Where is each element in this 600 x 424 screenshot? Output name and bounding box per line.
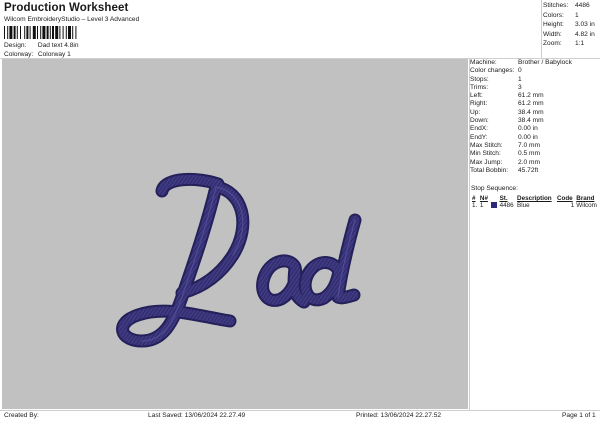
summary-row: Width: 4.82 in (543, 30, 599, 40)
col-stitches: St. (499, 195, 508, 202)
worksheet-title: Production Worksheet (4, 2, 129, 14)
summary-panel: Stitches: 4486 Colors: 1 Height: 3.03 in Wi… (543, 1, 599, 49)
summary-label: Width: (543, 30, 562, 38)
row-description: Blue (517, 202, 530, 209)
info-label: Left: (470, 92, 483, 100)
stop-sequence-table: # N# St. Description Code Brand 1. 1 448… (471, 195, 600, 209)
info-row: Up: 38.4 mm (470, 109, 600, 117)
design-row: Design: Dad text 4.8in (4, 42, 79, 49)
top-right-divider (541, 0, 542, 58)
swatch-cell (490, 202, 499, 209)
info-label: Down: (470, 117, 489, 125)
col-code: Code (556, 195, 573, 202)
last-saved: Last Saved: 13/06/2024 22.27.49 (148, 412, 246, 419)
summary-row: Zoom: 1:1 (543, 39, 599, 49)
summary-label: Height: (543, 21, 564, 28)
stop-sequence-header: # N# St. Description Code Brand (471, 195, 600, 202)
info-row: EndY: 0.00 in (470, 134, 600, 142)
info-label: Color changes: (470, 67, 515, 75)
summary-row: Height: 3.03 in (543, 20, 599, 30)
col-swatch (490, 195, 499, 202)
summary-label: Colors: (543, 11, 564, 19)
row-needle: 1 (479, 202, 484, 209)
summary-value: 1 (575, 11, 579, 19)
info-value: 0.00 in (518, 125, 538, 133)
info-label: Up: (470, 108, 481, 116)
info-value: Brother / Babylock (518, 59, 572, 66)
info-row: Down: 38.4 mm (470, 117, 600, 125)
info-value: 38.4 mm (518, 117, 544, 125)
machine-info-panel: Machine: Brother / Babylock Color changes… (470, 59, 600, 175)
colorway-row: Colorway: Colorway 1 (4, 51, 71, 58)
stop-sequence-title: Stop Sequence: (471, 185, 518, 192)
info-row: Max Stitch: 7.0 mm (470, 142, 600, 150)
summary-value: 3.03 in (575, 21, 595, 28)
info-value: 3 (518, 83, 522, 91)
table-row: 1. 1 4486 Blue 1 Wilcom (471, 202, 600, 209)
row-stitches: 4486 (499, 202, 514, 209)
info-value: 61.2 mm (518, 100, 544, 108)
info-row: EndX: 0.00 in (470, 125, 600, 133)
info-label: Min Stitch: (470, 150, 501, 158)
software-name: Wilcom EmbroideryStudio – Level 3 Advanc… (4, 16, 140, 23)
design-value: Dad text 4.8in (37, 42, 79, 49)
col-description: Description (517, 195, 552, 202)
info-value: 2.0 mm (518, 158, 540, 166)
info-label: Total Bobbin: (470, 166, 509, 174)
col-brand: Brand (576, 195, 595, 202)
info-label: EndX: (470, 125, 488, 133)
info-label: Right: (470, 100, 488, 108)
summary-row: Colors: 1 (543, 11, 599, 21)
info-value: 1 (518, 75, 522, 83)
info-label: Stops: (470, 75, 489, 83)
footer-divider (0, 410, 600, 411)
printed-date: Printed: 13/06/2024 22.27.52 (356, 412, 442, 419)
colorway-label: Colorway: (4, 51, 34, 58)
info-label: Trims: (470, 83, 489, 91)
info-value: 61.2 mm (518, 92, 544, 100)
info-value: 0 (518, 67, 522, 75)
dad-embroidery-artwork (116, 172, 362, 348)
summary-value: 4486 (575, 2, 590, 9)
info-value: 0.00 in (518, 133, 538, 141)
col-index: # (472, 195, 476, 202)
info-row: Stops: 1 (470, 76, 600, 84)
info-value: 45.72ft (518, 166, 539, 174)
design-label: Design: (4, 42, 27, 49)
info-label: Machine: (470, 59, 497, 66)
summary-value: 1:1 (575, 40, 585, 47)
design-preview (2, 59, 468, 409)
col-needle: N# (479, 195, 488, 202)
info-row: Trims: 3 (470, 84, 600, 92)
page-number: Page 1 of 1 (562, 412, 596, 419)
created-by: Created By: (4, 412, 39, 419)
info-row: Max Jump: 2.0 mm (470, 159, 600, 167)
summary-value: 4.82 in (575, 30, 595, 38)
info-row: Color changes: 0 (470, 67, 600, 75)
barcode (4, 26, 77, 39)
info-label: EndY: (470, 133, 488, 141)
summary-label: Stitches: (543, 2, 569, 9)
info-row: Machine: Brother / Babylock (470, 59, 600, 67)
info-value: 0.5 mm (518, 150, 540, 158)
row-code: 1 (570, 202, 575, 209)
summary-label: Zoom: (543, 40, 562, 47)
info-label: Max Jump: (470, 158, 503, 166)
info-label: Max Stitch: (470, 141, 503, 149)
row-index: 1. (472, 202, 478, 209)
info-value: 7.0 mm (518, 141, 540, 149)
colorway-value: Colorway 1 (37, 51, 71, 58)
info-row: Right: 61.2 mm (470, 100, 600, 108)
info-row: Left: 61.2 mm (470, 92, 600, 100)
info-value: 38.4 mm (518, 108, 544, 116)
row-brand: Wilcom (576, 202, 597, 209)
thread-color-swatch (490, 202, 497, 208)
summary-row: Stitches: 4486 (543, 1, 599, 11)
info-row: Min Stitch: 0.5 mm (470, 150, 600, 158)
info-row: Total Bobbin: 45.72ft (470, 167, 600, 175)
